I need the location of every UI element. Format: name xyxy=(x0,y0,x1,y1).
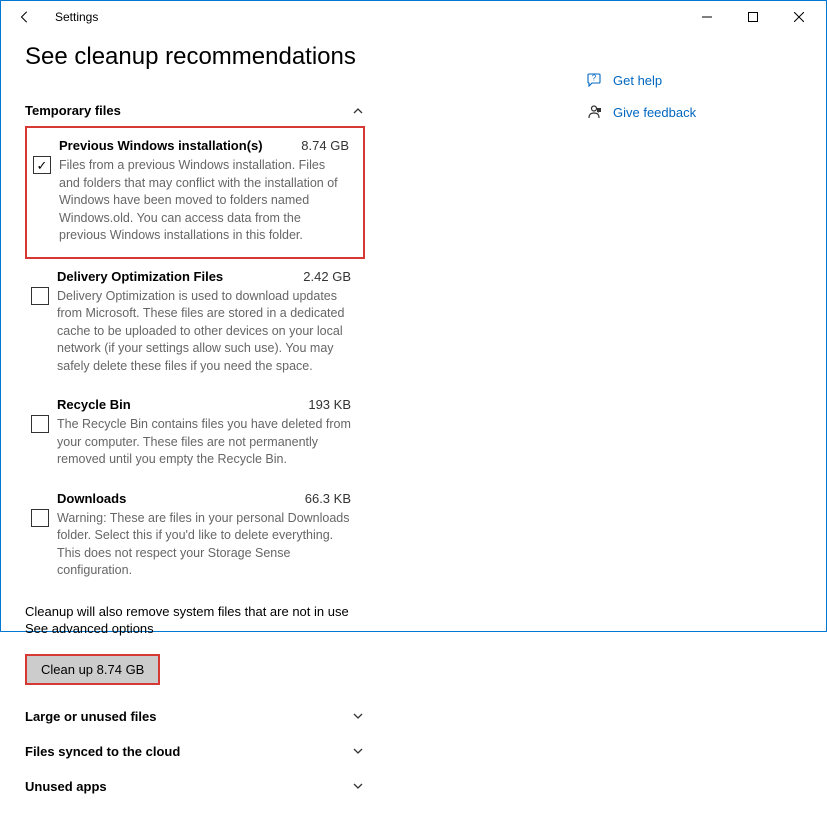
item-title: Downloads xyxy=(57,491,126,506)
see-advanced-link[interactable]: See advanced options xyxy=(25,621,525,636)
chevron-down-icon xyxy=(351,744,365,758)
section-synced-cloud[interactable]: Files synced to the cloud xyxy=(25,734,365,769)
svg-text:?: ? xyxy=(591,73,596,82)
item-title: Delivery Optimization Files xyxy=(57,269,223,284)
item-description: Files from a previous Windows installati… xyxy=(59,157,349,245)
help-icon: ? xyxy=(585,71,603,89)
item-size: 66.3 KB xyxy=(305,491,351,506)
back-button[interactable] xyxy=(13,5,37,29)
window-title: Settings xyxy=(55,10,98,24)
titlebar: Settings xyxy=(1,1,826,33)
item-title: Recycle Bin xyxy=(57,397,131,412)
chevron-up-icon xyxy=(351,104,365,118)
chevron-down-icon xyxy=(351,779,365,793)
chevron-down-icon xyxy=(351,709,365,723)
section-temporary-files[interactable]: Temporary files xyxy=(25,95,365,126)
close-button[interactable] xyxy=(776,1,822,33)
get-help-link[interactable]: ? Get help xyxy=(585,71,785,89)
item-size: 193 KB xyxy=(308,397,351,412)
item-recycle-bin: Recycle Bin 193 KB The Recycle Bin conta… xyxy=(25,387,365,481)
give-feedback-link[interactable]: Give feedback xyxy=(585,103,785,121)
checkbox-recycle-bin[interactable] xyxy=(31,415,49,433)
temporary-files-items: Previous Windows installation(s) 8.74 GB… xyxy=(25,126,525,592)
feedback-icon xyxy=(585,103,603,121)
section-unused-apps[interactable]: Unused apps xyxy=(25,769,365,804)
item-previous-windows: Previous Windows installation(s) 8.74 GB… xyxy=(25,126,365,259)
item-title: Previous Windows installation(s) xyxy=(59,138,263,153)
section-label: Large or unused files xyxy=(25,709,156,724)
link-text: Give feedback xyxy=(613,105,696,120)
item-description: Warning: These are files in your persona… xyxy=(57,510,351,580)
item-description: Delivery Optimization is used to downloa… xyxy=(57,288,351,376)
item-delivery-optimization: Delivery Optimization Files 2.42 GB Deli… xyxy=(25,259,365,388)
checkbox-previous-windows[interactable] xyxy=(33,156,51,174)
item-size: 8.74 GB xyxy=(301,138,349,153)
section-label: Files synced to the cloud xyxy=(25,744,180,759)
minimize-button[interactable] xyxy=(684,1,730,33)
checkbox-downloads[interactable] xyxy=(31,509,49,527)
cleanup-note: Cleanup will also remove system files th… xyxy=(25,604,525,619)
checkbox-delivery-optimization[interactable] xyxy=(31,287,49,305)
maximize-button[interactable] xyxy=(730,1,776,33)
section-label: Temporary files xyxy=(25,103,121,118)
page-title: See cleanup recommendations xyxy=(25,43,525,71)
item-downloads: Downloads 66.3 KB Warning: These are fil… xyxy=(25,481,365,592)
section-label: Unused apps xyxy=(25,779,107,794)
cleanup-button[interactable]: Clean up 8.74 GB xyxy=(25,654,160,685)
link-text: Get help xyxy=(613,73,662,88)
section-large-unused[interactable]: Large or unused files xyxy=(25,699,365,734)
item-description: The Recycle Bin contains files you have … xyxy=(57,416,351,469)
item-size: 2.42 GB xyxy=(303,269,351,284)
